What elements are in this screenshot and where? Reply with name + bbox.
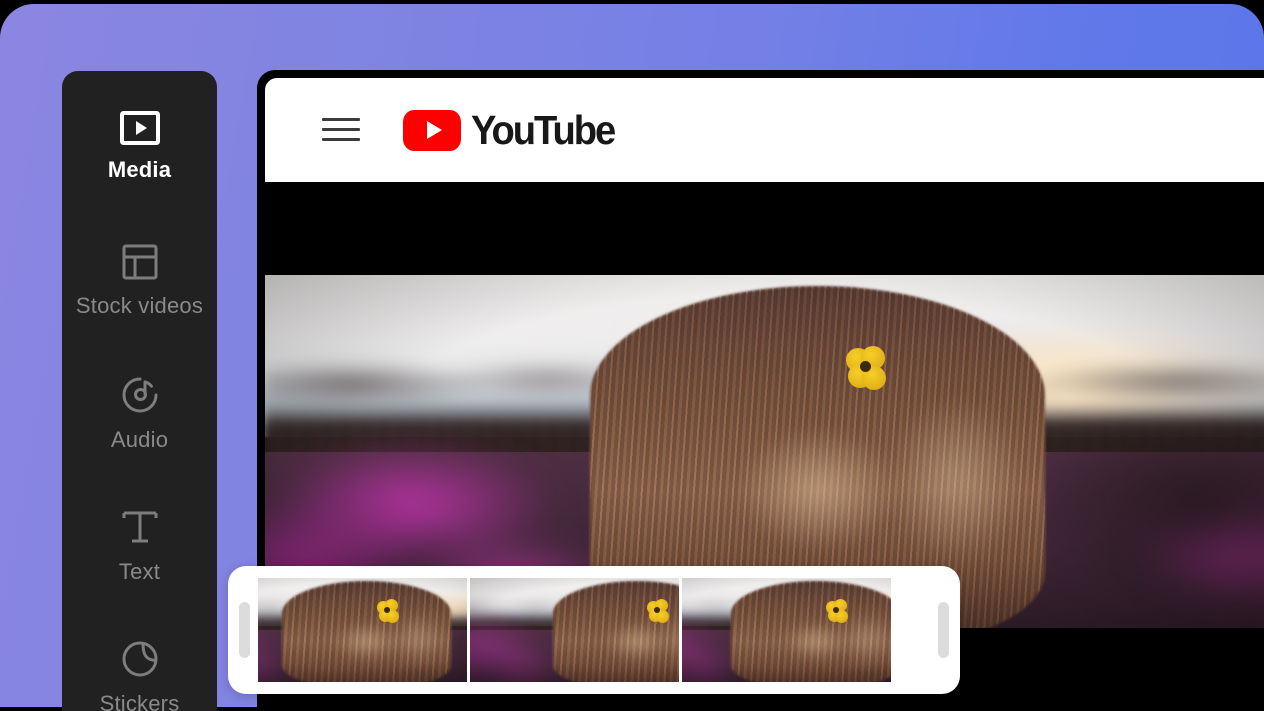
text-t-icon xyxy=(119,507,161,552)
timeline-trim-panel xyxy=(228,566,960,694)
filmstrip-frame[interactable] xyxy=(682,578,891,682)
sidebar-item-label: Media xyxy=(107,157,172,182)
sidebar-item-label: Stock videos xyxy=(75,293,204,318)
hamburger-menu-icon[interactable] xyxy=(319,115,363,145)
sidebar-item-audio[interactable]: Audio xyxy=(62,375,217,451)
sidebar-item-media[interactable]: Media xyxy=(62,111,217,181)
filmstrip xyxy=(258,578,930,682)
sidebar-item-label: Audio xyxy=(110,427,169,452)
screenshot-canvas: YouTube Media Stock videos Audio Text St… xyxy=(0,0,1264,711)
layout-grid-icon xyxy=(121,243,159,286)
youtube-play-icon xyxy=(403,109,461,151)
trim-end-handle[interactable] xyxy=(938,602,949,658)
sidebar-item-label: Stickers xyxy=(99,691,180,711)
youtube-logo[interactable]: YouTube xyxy=(403,106,625,153)
sidebar-item-stickers[interactable]: Stickers xyxy=(62,639,217,711)
sidebar-item-text[interactable]: Text xyxy=(62,507,217,583)
youtube-wordmark: YouTube xyxy=(471,106,616,153)
sidebar-item-label: Text xyxy=(118,559,161,584)
sticker-circle-icon xyxy=(120,639,160,684)
music-note-circle-icon xyxy=(120,375,160,420)
youtube-header: YouTube xyxy=(265,78,1264,182)
media-play-rect-icon xyxy=(119,111,160,150)
filmstrip-frame[interactable] xyxy=(470,578,679,682)
filmstrip-frame[interactable] xyxy=(258,578,467,682)
editor-sidebar: Media Stock videos Audio Text Stickers xyxy=(62,71,217,711)
sidebar-item-stock-videos[interactable]: Stock videos xyxy=(62,243,217,317)
trim-start-handle[interactable] xyxy=(239,602,250,658)
